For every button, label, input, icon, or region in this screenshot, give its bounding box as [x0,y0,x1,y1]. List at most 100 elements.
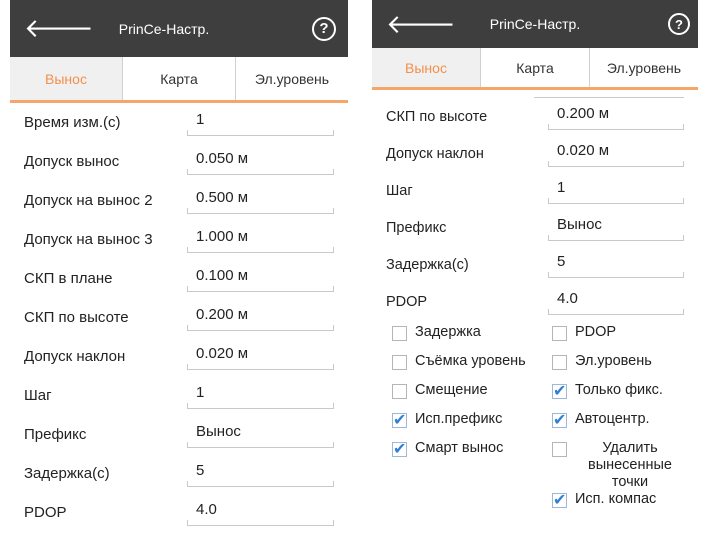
checkbox-row: Исп. компас [392,490,692,520]
settings-list: Время изм.(с) 1 Допуск вынос 0.050 м Допуск … [10,103,348,532]
checkbox-unchecked-icon[interactable] [552,326,567,341]
checkbox-checked-icon[interactable] [392,439,407,458]
option-checkbox[interactable]: Автоцентр. [552,410,650,429]
settings-row: Префикс Вынос [386,209,688,246]
settings-row: СКП по высоте 0.200 м [24,298,338,337]
checkbox-row: Задержка PDOP [392,324,692,353]
app-bar: 🡐 PrinCe-Настр. ? [10,0,348,57]
setting-value-field[interactable]: 0.050 м [187,148,334,175]
option-checkbox[interactable]: Исп.префикс [392,410,552,429]
tab-stakeout[interactable]: Вынос [372,48,481,87]
tab-bar: Вынос Карта Эл.уровень [372,48,698,90]
setting-value-field[interactable]: 1.000 м [187,226,334,253]
tab-stakeout[interactable]: Вынос [10,57,123,100]
settings-row: Допуск наклон 0.020 м [24,337,338,376]
setting-value-field[interactable]: 5 [548,251,684,278]
settings-row: PDOP 4.0 [24,493,338,532]
checkbox-label: Съёмка уровень [415,353,526,369]
checkbox-row: Смарт вынос Удалить вынесенные точки [392,439,692,491]
help-icon[interactable]: ? [312,16,336,41]
checkbox-label: PDOP [575,324,617,340]
settings-row: Шаг 1 [386,172,688,209]
settings-list: СКП по высоте 0.200 м Допуск наклон 0.020 м… [372,98,698,320]
setting-value-field[interactable]: 1 [187,109,334,136]
setting-value-field[interactable]: Вынос [187,421,334,448]
setting-value-field[interactable]: 0.200 м [187,304,334,331]
checkbox-row: Исп.префикс Автоцентр. [392,410,692,440]
settings-row: Допуск на вынос 3 1.000 м [24,220,338,259]
option-checkbox[interactable]: Смещение [392,382,552,399]
setting-value-field[interactable]: 5 [187,460,334,487]
setting-label: Префикс [386,219,447,236]
setting-label: СКП по высоте [24,309,129,326]
settings-row: Допуск на вынос 2 0.500 м [24,181,338,220]
option-checkbox[interactable]: PDOP [552,324,616,341]
setting-label: Префикс [24,426,87,443]
settings-row: Шаг 1 [24,376,338,415]
option-checkbox[interactable]: Только фикс. [552,381,663,400]
option-checkbox[interactable]: Удалить вынесенные точки [552,440,685,491]
checkbox-label: Смещение [415,382,488,398]
setting-value-field[interactable]: Вынос [548,214,684,241]
setting-label: Шаг [386,182,413,199]
setting-value-field[interactable]: 0.100 м [187,265,334,292]
settings-row: Префикс Вынос [24,415,338,454]
setting-value-field[interactable]: 4.0 [548,288,684,315]
setting-label: PDOP [24,504,67,521]
setting-label: Задержка(с) [386,256,469,273]
settings-row: СКП по высоте 0.200 м [386,98,688,135]
tab-e-bubble[interactable]: Эл.уровень [236,57,348,100]
setting-label: Задержка(с) [24,465,110,482]
settings-row: Допуск вынос 0.050 м [24,142,338,181]
checkbox-row: Смещение Только фикс. [392,381,692,411]
tab-map[interactable]: Карта [481,48,590,87]
app-title: PrinCe-Настр. [489,16,581,32]
option-checkbox[interactable]: Эл.уровень [552,353,652,370]
checkbox-unchecked-icon[interactable] [392,384,407,399]
app-title: PrinCe-Настр. [118,20,210,37]
checkbox-label: Смарт вынос [415,440,504,456]
settings-row: Время изм.(с) 1 [24,103,338,142]
checkbox-checked-icon[interactable] [552,410,567,429]
settings-row: PDOP 4.0 [386,283,688,320]
checkbox-label: Автоцентр. [575,411,650,427]
checkbox-checked-icon[interactable] [552,381,567,400]
checkbox-unchecked-icon[interactable] [392,355,407,370]
setting-value-field[interactable]: 0.020 м [548,140,684,167]
settings-row: СКП в плане 0.100 м [24,259,338,298]
checkbox-checked-icon[interactable] [552,490,567,509]
checkbox-unchecked-icon[interactable] [552,442,567,457]
tab-bar: Вынос Карта Эл.уровень [10,57,348,103]
checkbox-unchecked-icon[interactable] [552,355,567,370]
option-checkbox[interactable]: Съёмка уровень [392,353,552,370]
app-bar: 🡐 PrinCe-Настр. ? [372,0,698,48]
option-checkbox[interactable]: Задержка [392,324,552,341]
options-checklist: Задержка PDOP Съёмка уровень Эл.уровень Смещ… [372,324,698,520]
checkbox-label: Только фикс. [575,382,663,398]
settings-screen-left: 🡐 PrinCe-Настр. ? Вынос Карта Эл.уровень… [10,0,348,536]
setting-value-field[interactable]: 0.020 м [187,343,334,370]
tab-map[interactable]: Карта [123,57,236,100]
help-icon[interactable]: ? [668,13,690,35]
checkbox-unchecked-icon[interactable] [392,326,407,341]
setting-value-field[interactable]: 4.0 [187,499,334,526]
setting-value-field[interactable]: 1 [187,382,334,409]
checkbox-label: Удалить вынесенные точки [587,440,672,490]
settings-row: Задержка(с) 5 [24,454,338,493]
checkbox-checked-icon[interactable] [392,410,407,429]
settings-row: Допуск наклон 0.020 м [386,135,688,172]
setting-label: Допуск наклон [24,348,126,365]
option-checkbox[interactable]: Исп. компас [552,490,657,509]
setting-value-field[interactable]: 0.200 м [548,103,684,130]
checkbox-label: Исп. компас [575,491,657,507]
setting-value-field[interactable]: 0.500 м [187,187,334,214]
setting-label: PDOP [386,293,428,310]
settings-screen-right: 🡐 PrinCe-Настр. ? Вынос Карта Эл.уровень… [372,0,698,536]
setting-label: Время изм.(с) [24,114,121,131]
setting-value-field[interactable]: 1 [548,177,684,204]
tab-e-bubble[interactable]: Эл.уровень [590,48,698,87]
setting-label: Допуск наклон [386,145,484,162]
scrolled-field-edge [534,90,684,98]
option-checkbox[interactable]: Смарт вынос [392,439,552,458]
setting-label: СКП в плане [24,270,113,287]
